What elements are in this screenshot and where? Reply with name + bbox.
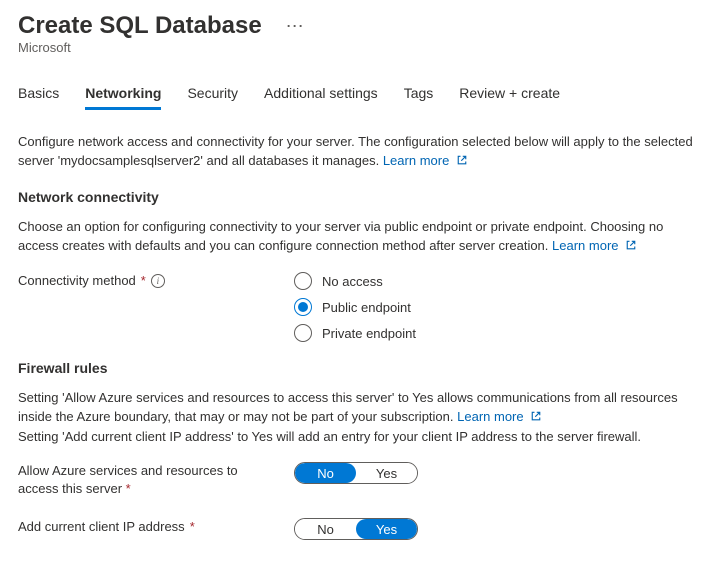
network-connectivity-learn-more-link[interactable]: Learn more	[552, 238, 637, 253]
allow-azure-no[interactable]: No	[295, 463, 356, 483]
allow-azure-row: Allow Azure services and resources to ac…	[18, 462, 704, 498]
tabs-bar: Basics Networking Security Additional se…	[18, 85, 704, 110]
firewall-learn-more-label: Learn more	[457, 409, 523, 424]
connectivity-method-label-text: Connectivity method	[18, 272, 136, 290]
connectivity-method-radios: No access Public endpoint Private endpoi…	[294, 272, 704, 342]
radio-public-endpoint[interactable]: Public endpoint	[294, 298, 704, 316]
vendor-subtitle: Microsoft	[18, 40, 704, 55]
required-marker: *	[126, 481, 131, 496]
firewall-rules-desc: Setting 'Allow Azure services and resour…	[18, 388, 704, 446]
radio-no-access-label: No access	[322, 274, 383, 289]
required-marker: *	[141, 272, 146, 290]
network-connectivity-title: Network connectivity	[18, 189, 704, 205]
external-link-icon	[530, 408, 542, 427]
radio-public-endpoint-label: Public endpoint	[322, 300, 411, 315]
network-connectivity-desc: Choose an option for configuring connect…	[18, 217, 704, 256]
add-client-ip-row: Add current client IP address * No Yes	[18, 518, 704, 540]
tab-basics[interactable]: Basics	[18, 85, 59, 110]
tab-tags[interactable]: Tags	[404, 85, 434, 110]
radio-no-access[interactable]: No access	[294, 272, 704, 290]
add-client-ip-no[interactable]: No	[295, 519, 356, 539]
allow-azure-yes[interactable]: Yes	[356, 463, 417, 483]
radio-circle-icon	[294, 298, 312, 316]
network-connectivity-learn-more-label: Learn more	[552, 238, 618, 253]
intro-paragraph: Configure network access and connectivit…	[18, 132, 704, 171]
add-client-ip-control: No Yes	[294, 518, 704, 540]
tab-security[interactable]: Security	[187, 85, 238, 110]
external-link-icon	[625, 237, 637, 256]
info-icon[interactable]: i	[151, 274, 165, 288]
intro-text: Configure network access and connectivit…	[18, 134, 693, 168]
tab-networking[interactable]: Networking	[85, 85, 161, 110]
firewall-desc-line1: Setting 'Allow Azure services and resour…	[18, 390, 678, 424]
firewall-desc-line2: Setting 'Add current client IP address' …	[18, 429, 641, 444]
connectivity-method-row: Connectivity method * i No access Public…	[18, 272, 704, 342]
add-client-ip-toggle[interactable]: No Yes	[294, 518, 418, 540]
add-client-ip-yes[interactable]: Yes	[356, 519, 417, 539]
add-client-ip-label: Add current client IP address *	[18, 518, 294, 536]
firewall-rules-title: Firewall rules	[18, 360, 704, 376]
tab-additional-settings[interactable]: Additional settings	[264, 85, 378, 110]
radio-circle-icon	[294, 324, 312, 342]
required-marker: *	[190, 518, 195, 536]
add-client-ip-label-text: Add current client IP address	[18, 518, 185, 536]
allow-azure-label: Allow Azure services and resources to ac…	[18, 462, 294, 498]
radio-circle-icon	[294, 272, 312, 290]
connectivity-method-label: Connectivity method * i	[18, 272, 294, 290]
intro-learn-more-label: Learn more	[383, 153, 449, 168]
allow-azure-control: No Yes	[294, 462, 704, 484]
allow-azure-toggle[interactable]: No Yes	[294, 462, 418, 484]
radio-private-endpoint[interactable]: Private endpoint	[294, 324, 704, 342]
radio-private-endpoint-label: Private endpoint	[322, 326, 416, 341]
tab-review-create[interactable]: Review + create	[459, 85, 560, 110]
external-link-icon	[456, 152, 468, 171]
firewall-learn-more-link[interactable]: Learn more	[457, 409, 542, 424]
page-title: Create SQL Database	[18, 12, 262, 40]
intro-learn-more-link[interactable]: Learn more	[383, 153, 468, 168]
more-actions-button[interactable]: ⋯	[282, 22, 308, 30]
